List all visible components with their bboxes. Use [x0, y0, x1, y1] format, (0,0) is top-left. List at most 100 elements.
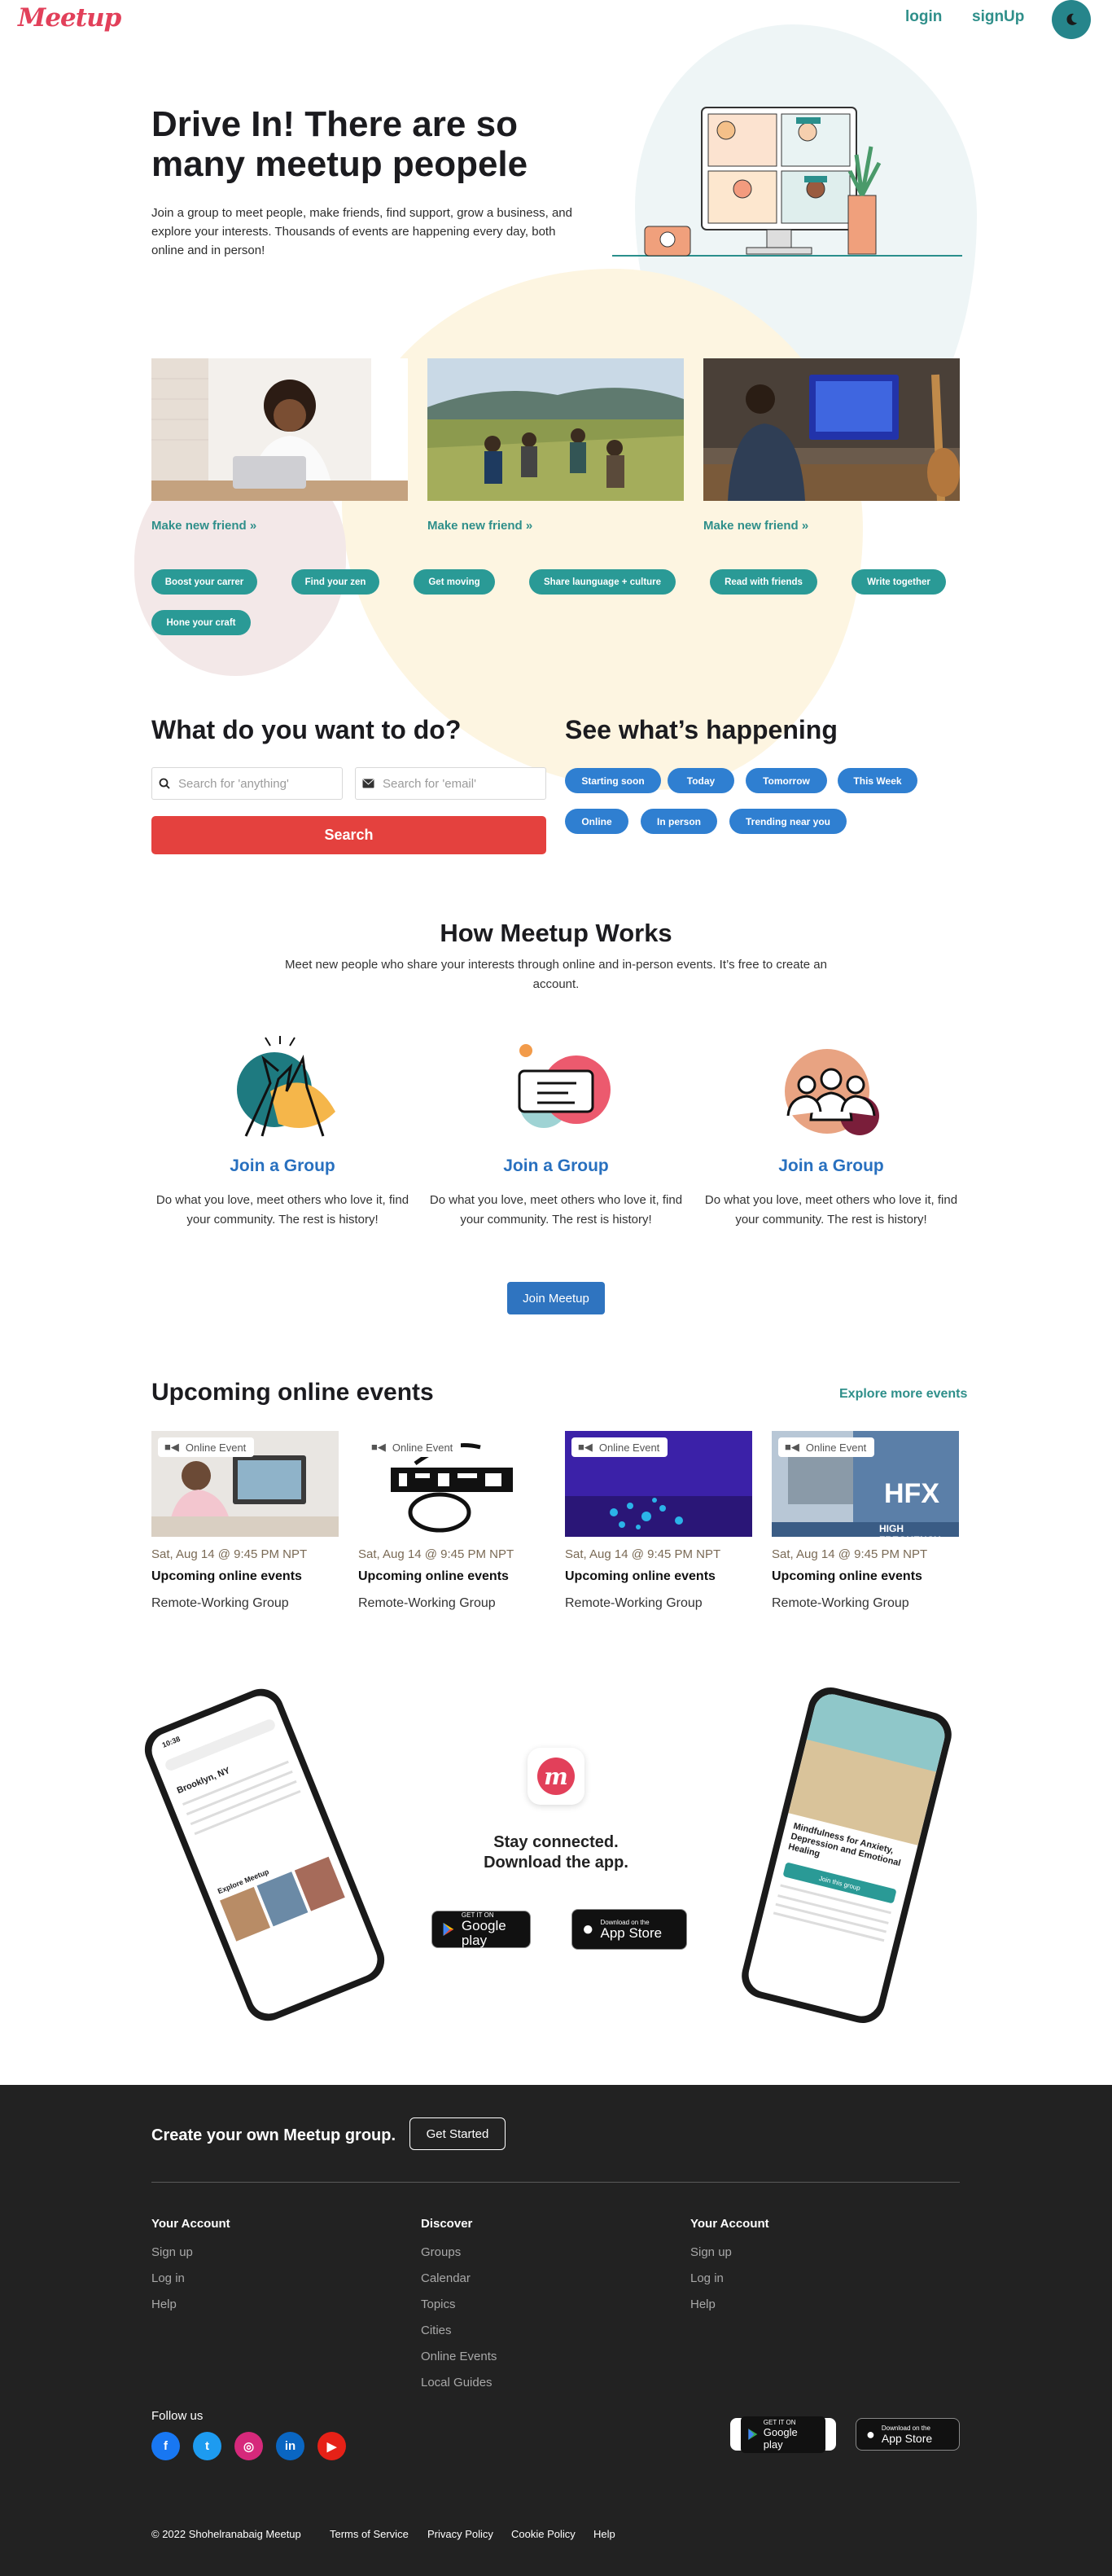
- footer-link-local-guides[interactable]: Local Guides: [421, 2376, 493, 2389]
- event-group-3: Remote-Working Group: [565, 1596, 703, 1610]
- filter-tomorrow[interactable]: Tomorrow: [746, 768, 827, 793]
- search-section-title: What do you want to do?: [151, 715, 462, 744]
- login-link[interactable]: login: [905, 8, 942, 26]
- online-meeting-illustration: [612, 107, 962, 257]
- explore-events-link[interactable]: Explore more events: [839, 1387, 967, 1402]
- make-friend-link-2[interactable]: Make new friend »: [427, 519, 532, 533]
- topic-pill-write[interactable]: Write together: [852, 569, 946, 595]
- make-friend-link-1[interactable]: Make new friend »: [151, 519, 256, 533]
- online-event-label-1: Online Event: [185, 1441, 247, 1454]
- footer-link-groups[interactable]: Groups: [421, 2245, 461, 2259]
- mail-icon: [362, 779, 374, 788]
- app-title-line1: Stay connected.: [493, 1833, 619, 1851]
- footer-link-online-events[interactable]: Online Events: [421, 2350, 497, 2363]
- footer-link-signup[interactable]: Sign up: [151, 2245, 193, 2259]
- search-anything-field[interactable]: [151, 767, 343, 800]
- theme-toggle-button[interactable]: [1052, 0, 1091, 39]
- privacy-link[interactable]: Privacy Policy: [427, 2528, 493, 2540]
- event-thumb-2[interactable]: ■◀ Online Event: [358, 1431, 545, 1537]
- filter-online[interactable]: Online: [565, 809, 628, 834]
- video-camera-icon: ■◀: [164, 1441, 179, 1453]
- event-date-1: Sat, Aug 14 @ 9:45 PM NPT: [151, 1547, 308, 1561]
- twitter-icon[interactable]: t: [193, 2432, 221, 2460]
- footer-google-play-badge[interactable]: GET IT ON Google play: [730, 2416, 836, 2453]
- photo-headphones-woman[interactable]: [151, 358, 408, 501]
- event-title-1[interactable]: Upcoming online events: [151, 1569, 302, 1584]
- app-title-line2: Download the app.: [484, 1854, 628, 1872]
- step-description-3: Do what you love, meet others who love i…: [704, 1193, 958, 1227]
- copyright-text: © 2022 Shohelranabaig Meetup: [151, 2528, 301, 2540]
- filter-today[interactable]: Today: [668, 768, 734, 793]
- filter-starting-soon[interactable]: Starting soon: [565, 768, 661, 793]
- filter-trending[interactable]: Trending near you: [729, 809, 847, 834]
- event-thumb-4[interactable]: HFX HIGH FREQUENCY ■◀ Online Event: [772, 1431, 959, 1537]
- instagram-icon[interactable]: ◎: [234, 2432, 263, 2460]
- search-button[interactable]: Search: [151, 816, 546, 854]
- linkedin-icon[interactable]: in: [276, 2432, 304, 2460]
- meetup-logo[interactable]: Meetup: [18, 3, 121, 33]
- hfx-logo-text: HFX: [884, 1478, 939, 1509]
- footer-help-link[interactable]: Help: [593, 2528, 615, 2540]
- google-play-icon: [443, 1923, 454, 1936]
- footer-link-topics[interactable]: Topics: [421, 2297, 456, 2311]
- apple-icon: ●: [866, 2425, 875, 2442]
- app-download-title: Stay connected. Download the app.: [0, 1832, 1112, 1873]
- step-description-2: Do what you love, meet others who love i…: [429, 1193, 683, 1227]
- photo-computer-desk[interactable]: [703, 358, 960, 501]
- how-it-works-title: How Meetup Works: [440, 919, 672, 947]
- search-email-input[interactable]: [383, 776, 537, 791]
- topic-pill-career[interactable]: Boost your carrer: [151, 569, 257, 595]
- event-title-3[interactable]: Upcoming online events: [565, 1569, 716, 1584]
- footer-link-help[interactable]: Help: [151, 2297, 177, 2311]
- topic-pill-read[interactable]: Read with friends: [710, 569, 817, 595]
- terms-link[interactable]: Terms of Service: [330, 2528, 409, 2540]
- footer-link-login-2[interactable]: Log in: [690, 2271, 724, 2285]
- topic-pill-moving[interactable]: Get moving: [414, 569, 495, 595]
- event-title-4[interactable]: Upcoming online events: [772, 1569, 922, 1584]
- event-title-2[interactable]: Upcoming online events: [358, 1569, 509, 1584]
- cookie-link[interactable]: Cookie Policy: [511, 2528, 576, 2540]
- step-title-1[interactable]: Join a Group: [148, 1156, 417, 1176]
- facebook-icon[interactable]: f: [151, 2432, 180, 2460]
- footer-divider: [151, 2182, 960, 2183]
- youtube-icon[interactable]: ▶: [317, 2432, 346, 2460]
- topic-pill-language[interactable]: Share launguage + culture: [529, 569, 676, 595]
- google-play-big-text: Google play: [461, 1917, 506, 1948]
- footer-link-cities[interactable]: Cities: [421, 2324, 452, 2337]
- search-anything-input[interactable]: [178, 776, 333, 791]
- filter-in-person[interactable]: In person: [641, 809, 717, 834]
- topic-pill-zen[interactable]: Find your zen: [291, 569, 379, 595]
- chevron-right-icon: »: [801, 519, 809, 533]
- footer-google-small-text: GET IT ON: [763, 2418, 796, 2426]
- event-date-3: Sat, Aug 14 @ 9:45 PM NPT: [565, 1547, 721, 1561]
- footer-link-login[interactable]: Log in: [151, 2271, 185, 2285]
- event-thumb-1[interactable]: ■◀ Online Event: [151, 1431, 339, 1537]
- filter-this-week[interactable]: This Week: [838, 768, 917, 793]
- ticket-icon: [518, 1044, 611, 1128]
- people-group-icon: [785, 1049, 879, 1135]
- signup-link[interactable]: signUp: [972, 8, 1024, 26]
- how-it-works-description: Meet new people who share your interests…: [285, 958, 827, 991]
- event-thumb-3[interactable]: ■◀ Online Event: [565, 1431, 752, 1537]
- join-meetup-button[interactable]: Join Meetup: [507, 1282, 605, 1314]
- google-play-badge[interactable]: GET IT ON Google play: [431, 1911, 531, 1948]
- footer-app-store-badge[interactable]: ● Download on the App Store: [856, 2418, 960, 2451]
- topic-pill-craft[interactable]: Hone your craft: [151, 610, 251, 635]
- footer-apple-big-text: App Store: [881, 2431, 933, 2445]
- hero-description: Join a group to meet people, make friend…: [151, 206, 572, 257]
- photo-hikers-meadow[interactable]: [427, 358, 684, 501]
- apple-icon: ●: [582, 1918, 594, 1940]
- footer-link-help-2[interactable]: Help: [690, 2297, 716, 2311]
- make-friend-link-3[interactable]: Make new friend »: [703, 519, 808, 533]
- footer-link-signup-2[interactable]: Sign up: [690, 2245, 732, 2259]
- footer-link-calendar[interactable]: Calendar: [421, 2271, 471, 2285]
- moon-icon: [1066, 13, 1077, 25]
- video-camera-icon: ■◀: [785, 1441, 799, 1453]
- app-store-badge[interactable]: ● Download on the App Store: [571, 1909, 687, 1950]
- search-email-field[interactable]: [355, 767, 546, 800]
- footer-col-title-3: Your Account: [690, 2217, 769, 2231]
- get-started-button[interactable]: Get Started: [409, 2117, 506, 2150]
- step-title-2[interactable]: Join a Group: [422, 1156, 690, 1176]
- google-play-icon: [748, 2429, 758, 2440]
- step-title-3[interactable]: Join a Group: [697, 1156, 965, 1176]
